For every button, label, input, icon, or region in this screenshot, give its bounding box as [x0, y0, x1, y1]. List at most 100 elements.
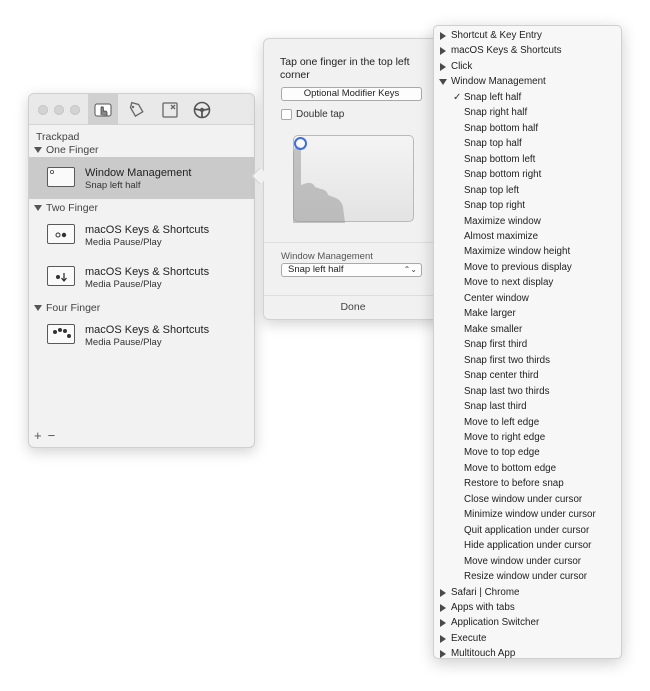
- menu-action-item[interactable]: Make smaller: [434, 322, 621, 338]
- menu-category-item[interactable]: Multitouch App: [434, 646, 621, 662]
- menu-action-item[interactable]: Snap bottom left: [434, 152, 621, 168]
- menu-action-item[interactable]: Snap top half: [434, 136, 621, 152]
- disclosure-right-icon: [440, 619, 446, 628]
- group-four-finger[interactable]: Four Finger: [34, 302, 100, 314]
- menu-item-label: Snap bottom right: [464, 169, 542, 181]
- list-controls: + −: [34, 428, 55, 443]
- gesture-title: macOS Keys & Shortcuts: [85, 324, 210, 336]
- menu-item-label: Move to top edge: [464, 447, 540, 459]
- menu-action-item[interactable]: Maximize window height: [434, 244, 621, 260]
- menu-action-item[interactable]: Minimize window under cursor: [434, 507, 621, 523]
- menu-action-item[interactable]: Snap bottom right: [434, 167, 621, 183]
- menu-action-item[interactable]: Move to top edge: [434, 445, 621, 461]
- group-label: Two Finger: [46, 202, 98, 214]
- menu-action-item[interactable]: Almost maximize: [434, 229, 621, 245]
- disclosure-right-icon: [440, 588, 446, 597]
- menu-item-label: Move to right edge: [464, 431, 546, 443]
- menu-item-label: Snap top left: [464, 184, 520, 196]
- action-category-label: Window Management: [281, 251, 373, 262]
- group-one-finger[interactable]: One Finger: [34, 144, 99, 156]
- menu-action-item[interactable]: Move to bottom edge: [434, 461, 621, 477]
- menu-action-item[interactable]: Center window: [434, 291, 621, 307]
- menu-item-label: Close window under cursor: [464, 493, 583, 505]
- gesture-row[interactable]: macOS Keys & Shortcuts Media Pause/Play: [29, 214, 254, 256]
- menu-action-item[interactable]: Quit application under cursor: [434, 523, 621, 539]
- menu-item-label: Move to bottom edge: [464, 462, 557, 474]
- steering-wheel-icon[interactable]: [187, 94, 217, 125]
- disclosure-right-icon: [440, 650, 446, 659]
- menu-action-item[interactable]: Snap top right: [434, 198, 621, 214]
- gesture-row-selected[interactable]: Window Management Snap left half: [29, 157, 254, 199]
- menu-item-label: Snap top right: [464, 200, 526, 212]
- done-button[interactable]: Done: [264, 301, 442, 313]
- disclosure-down-icon: [34, 147, 42, 153]
- menu-item-label: Resize window under cursor: [464, 571, 588, 583]
- menu-category-item[interactable]: Application Switcher: [434, 615, 621, 631]
- zoom-window-button[interactable]: [70, 105, 80, 115]
- menu-action-item[interactable]: Snap first third: [434, 337, 621, 353]
- action-menu: Shortcut & Key Entry macOS Keys & Shortcu…: [433, 25, 622, 659]
- menu-action-item[interactable]: Hide application under cursor: [434, 538, 621, 554]
- menu-action-item[interactable]: Move to right edge: [434, 430, 621, 446]
- divider: [264, 295, 442, 296]
- menu-action-item[interactable]: Snap last third: [434, 399, 621, 415]
- menu-action-item[interactable]: Move to left edge: [434, 415, 621, 431]
- menu-item-label: Minimize window under cursor: [464, 509, 596, 521]
- action-select[interactable]: Snap left half ⌃⌄: [281, 263, 422, 277]
- group-two-finger[interactable]: Two Finger: [34, 202, 98, 214]
- menu-action-item[interactable]: Restore to before snap: [434, 476, 621, 492]
- window-close-icon[interactable]: [155, 94, 185, 125]
- gesture-row[interactable]: macOS Keys & Shortcuts Media Pause/Play: [29, 256, 254, 298]
- menu-category-item[interactable]: macOS Keys & Shortcuts: [434, 43, 621, 59]
- menu-category-item[interactable]: Apps with tabs: [434, 600, 621, 616]
- menu-item-label: Click: [451, 60, 473, 72]
- double-tap-checkbox[interactable]: [281, 109, 292, 120]
- trackpad-gesture-icon[interactable]: [88, 94, 118, 125]
- menu-item-label: Move to next display: [464, 277, 554, 289]
- menu-action-item[interactable]: Move window under cursor: [434, 554, 621, 570]
- menu-action-item[interactable]: Move to next display: [434, 275, 621, 291]
- add-gesture-button[interactable]: +: [34, 428, 42, 443]
- menu-action-item[interactable]: Close window under cursor: [434, 492, 621, 508]
- tag-icon[interactable]: [121, 94, 151, 125]
- menu-item-label: Make larger: [464, 308, 516, 320]
- menu-item-label: Execute: [451, 632, 487, 644]
- menu-action-item[interactable]: Snap first two thirds: [434, 353, 621, 369]
- menu-action-item[interactable]: Snap top left: [434, 183, 621, 199]
- menu-action-item[interactable]: ✓ Snap left half: [434, 90, 621, 106]
- menu-item-label: Snap top half: [464, 138, 522, 150]
- menu-item-label: Maximize window height: [464, 246, 571, 258]
- remove-gesture-button[interactable]: −: [48, 428, 56, 443]
- section-title: Trackpad: [36, 131, 80, 143]
- four-finger-tap-icon: [47, 324, 75, 344]
- menu-action-item[interactable]: Snap bottom half: [434, 121, 621, 137]
- close-window-button[interactable]: [38, 105, 48, 115]
- minimize-window-button[interactable]: [54, 105, 64, 115]
- menu-category-item[interactable]: Click: [434, 59, 621, 75]
- menu-category-item[interactable]: Shortcut & Key Entry: [434, 28, 621, 44]
- disclosure-down-icon: [439, 79, 447, 86]
- menu-action-item[interactable]: Move to previous display: [434, 260, 621, 276]
- menu-item-label: Snap left half: [464, 91, 522, 103]
- menu-action-item[interactable]: Resize window under cursor: [434, 569, 621, 585]
- menu-item-label: Quit application under cursor: [464, 524, 590, 536]
- double-tap-option[interactable]: Double tap: [281, 109, 344, 120]
- menu-item-label: macOS Keys & Shortcuts: [451, 45, 562, 57]
- double-tap-label: Double tap: [296, 109, 345, 120]
- gesture-row[interactable]: macOS Keys & Shortcuts Media Pause/Play: [29, 314, 254, 356]
- modifier-keys-button[interactable]: Optional Modifier Keys: [281, 87, 422, 101]
- gesture-action: Snap left half: [85, 180, 141, 191]
- menu-item-label: Shortcut & Key Entry: [451, 30, 542, 41]
- menu-action-item[interactable]: Maximize window: [434, 214, 621, 230]
- menu-action-item[interactable]: Make larger: [434, 306, 621, 322]
- menu-action-item[interactable]: Snap last two thirds: [434, 384, 621, 400]
- menu-category-item[interactable]: Execute: [434, 631, 621, 647]
- menu-category-item[interactable]: Safari | Chrome: [434, 585, 621, 601]
- menu-item-label: Hide application under cursor: [464, 540, 592, 552]
- menu-item-label: Center window: [464, 292, 529, 304]
- menu-category-item[interactable]: Window Management: [434, 74, 621, 90]
- menu-item-label: Snap first third: [464, 339, 528, 351]
- menu-item-label: Move to previous display: [464, 261, 572, 273]
- menu-action-item[interactable]: Snap center third: [434, 368, 621, 384]
- menu-action-item[interactable]: Snap right half: [434, 105, 621, 121]
